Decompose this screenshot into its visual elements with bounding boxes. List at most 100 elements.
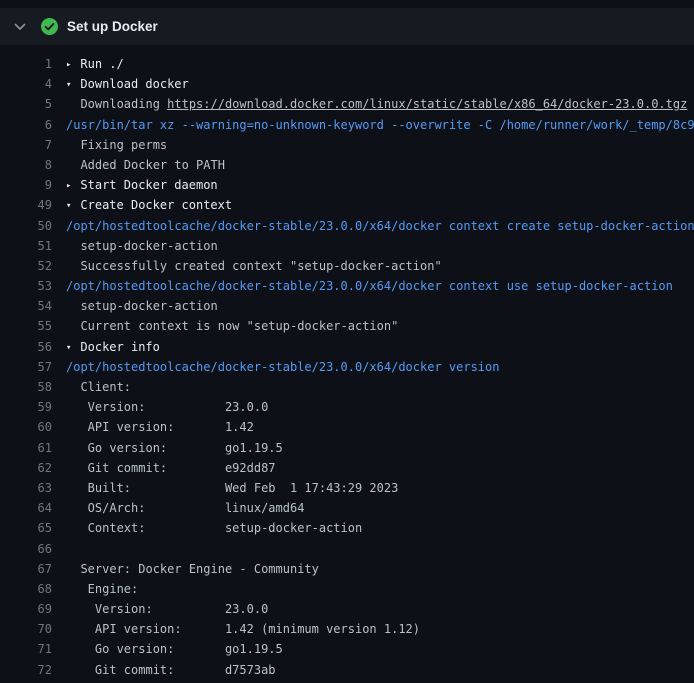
- log-line: 57/opt/hostedtoolcache/docker-stable/23.…: [0, 357, 694, 377]
- line-number[interactable]: 50: [0, 216, 52, 236]
- log-line-content: [52, 539, 694, 559]
- log-line-content: Version: 23.0.0: [52, 599, 694, 619]
- log-line: 69 Version: 23.0.0: [0, 599, 694, 619]
- line-number[interactable]: 69: [0, 599, 52, 619]
- chevron-down-icon[interactable]: [12, 19, 28, 35]
- line-number[interactable]: 64: [0, 498, 52, 518]
- log-link[interactable]: https://download.docker.com/linux/static…: [167, 97, 687, 111]
- log-line: 50/opt/hostedtoolcache/docker-stable/23.…: [0, 216, 694, 236]
- log-line: 68 Engine:: [0, 579, 694, 599]
- log-line-content: ▸Run ./: [52, 54, 694, 74]
- group-collapsed-triangle-right-icon[interactable]: ▸: [66, 55, 80, 74]
- log-text: setup-docker-action: [66, 239, 218, 253]
- line-number[interactable]: 71: [0, 639, 52, 659]
- group-title: Start Docker daemon: [80, 178, 217, 192]
- log-line: 52 Successfully created context "setup-d…: [0, 256, 694, 276]
- line-number[interactable]: 63: [0, 478, 52, 498]
- log-text: Built: Wed Feb 1 17:43:29 2023: [66, 481, 398, 495]
- line-number[interactable]: 54: [0, 296, 52, 316]
- line-number[interactable]: 66: [0, 539, 52, 559]
- line-number[interactable]: 68: [0, 579, 52, 599]
- log-line-content: Context: setup-docker-action: [52, 518, 694, 538]
- log-line-content: /opt/hostedtoolcache/docker-stable/23.0.…: [52, 357, 694, 377]
- log-line-content: Git commit: d7573ab: [52, 660, 694, 680]
- log-command-text: /opt/hostedtoolcache/docker-stable/23.0.…: [66, 360, 499, 374]
- log-line-content: Fixing perms: [52, 135, 694, 155]
- line-number[interactable]: 60: [0, 417, 52, 437]
- line-number[interactable]: 55: [0, 316, 52, 336]
- line-number[interactable]: 53: [0, 276, 52, 296]
- line-number[interactable]: 72: [0, 660, 52, 680]
- line-number[interactable]: 65: [0, 518, 52, 538]
- line-number[interactable]: 49: [0, 195, 52, 215]
- log-text: Context: setup-docker-action: [66, 521, 362, 535]
- group-expanded-triangle-down-icon[interactable]: ▾: [66, 196, 80, 215]
- log-line-content: Version: 23.0.0: [52, 397, 694, 417]
- line-number[interactable]: 7: [0, 135, 52, 155]
- log-text: Added Docker to PATH: [66, 158, 225, 172]
- line-number[interactable]: 6: [0, 115, 52, 135]
- log-line: 51 setup-docker-action: [0, 236, 694, 256]
- line-number[interactable]: 57: [0, 357, 52, 377]
- group-title: Download docker: [80, 77, 188, 91]
- line-number[interactable]: 4: [0, 74, 52, 94]
- log-line: 5 Downloading https://download.docker.co…: [0, 94, 694, 114]
- step-title: Set up Docker: [67, 19, 158, 34]
- log-line-content: Client:: [52, 377, 694, 397]
- log-line-content: Successfully created context "setup-dock…: [52, 256, 694, 276]
- log-line-content: Current context is now "setup-docker-act…: [52, 316, 694, 336]
- log-line: 49▾Create Docker context: [0, 195, 694, 215]
- group-title: Create Docker context: [80, 198, 232, 212]
- line-number[interactable]: 62: [0, 458, 52, 478]
- log-line-content: /opt/hostedtoolcache/docker-stable/23.0.…: [52, 276, 694, 296]
- line-number[interactable]: 67: [0, 559, 52, 579]
- line-number[interactable]: 1: [0, 54, 52, 74]
- log-line: 6/usr/bin/tar xz --warning=no-unknown-ke…: [0, 115, 694, 135]
- log-line-content: Built: Wed Feb 1 17:43:29 2023: [52, 478, 694, 498]
- log-text: API version: 1.42: [66, 420, 254, 434]
- log-line-content: Go version: go1.19.5: [52, 639, 694, 659]
- log-line: 62 Git commit: e92dd87: [0, 458, 694, 478]
- log-line: 59 Version: 23.0.0: [0, 397, 694, 417]
- log-line-content: Git commit: e92dd87: [52, 458, 694, 478]
- log-line-content: ▾Create Docker context: [52, 195, 694, 215]
- log-text: API version: 1.42 (minimum version 1.12): [66, 622, 420, 636]
- line-number[interactable]: 5: [0, 94, 52, 114]
- line-number[interactable]: 61: [0, 438, 52, 458]
- line-number[interactable]: 58: [0, 377, 52, 397]
- log-line: 60 API version: 1.42: [0, 417, 694, 437]
- line-number[interactable]: 59: [0, 397, 52, 417]
- line-number[interactable]: 56: [0, 337, 52, 357]
- log-text: Successfully created context "setup-dock…: [66, 259, 442, 273]
- check-circle-icon: [41, 18, 58, 35]
- group-title: Docker info: [80, 340, 159, 354]
- log-line-content: API version: 1.42: [52, 417, 694, 437]
- log-line: 1▸Run ./: [0, 54, 694, 74]
- log-line: 64 OS/Arch: linux/amd64: [0, 498, 694, 518]
- line-number[interactable]: 52: [0, 256, 52, 276]
- log-command-text: /opt/hostedtoolcache/docker-stable/23.0.…: [66, 219, 694, 233]
- log-viewer: 1▸Run ./4▾Download docker5 Downloading h…: [0, 45, 694, 680]
- log-text: Downloading: [66, 97, 167, 111]
- log-line: 66: [0, 539, 694, 559]
- group-collapsed-triangle-right-icon[interactable]: ▸: [66, 176, 80, 195]
- step-header[interactable]: Set up Docker: [0, 8, 694, 45]
- group-expanded-triangle-down-icon[interactable]: ▾: [66, 75, 80, 94]
- line-number[interactable]: 8: [0, 155, 52, 175]
- log-line-content: Go version: go1.19.5: [52, 438, 694, 458]
- group-expanded-triangle-down-icon[interactable]: ▾: [66, 338, 80, 357]
- log-text: Go version: go1.19.5: [66, 642, 283, 656]
- log-line-content: setup-docker-action: [52, 236, 694, 256]
- log-line: 55 Current context is now "setup-docker-…: [0, 316, 694, 336]
- log-line-content: Engine:: [52, 579, 694, 599]
- line-number[interactable]: 51: [0, 236, 52, 256]
- log-text: Git commit: d7573ab: [66, 663, 276, 677]
- line-number[interactable]: 70: [0, 619, 52, 639]
- log-line: 9 ▸Start Docker daemon: [0, 175, 694, 195]
- log-line-content: ▾Download docker: [52, 74, 694, 94]
- log-line-content: OS/Arch: linux/amd64: [52, 498, 694, 518]
- line-number[interactable]: 9: [0, 175, 52, 195]
- log-line: 4▾Download docker: [0, 74, 694, 94]
- log-text: Version: 23.0.0: [66, 602, 268, 616]
- log-line: 58 Client:: [0, 377, 694, 397]
